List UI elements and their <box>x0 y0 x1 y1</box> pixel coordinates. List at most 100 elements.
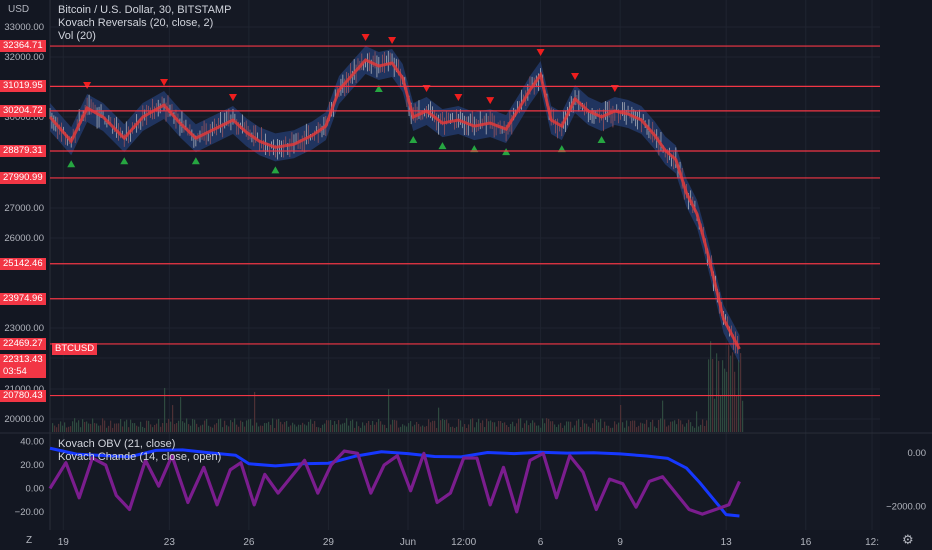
volume-bar <box>266 423 268 432</box>
volume-bar <box>726 371 728 432</box>
volume-bar <box>498 420 500 432</box>
volume-bar <box>528 425 530 432</box>
volume-bar <box>360 427 362 432</box>
volume-bar <box>282 424 284 432</box>
indicator-legend-reversals[interactable]: Kovach Reversals (20, close, 2) <box>58 17 213 30</box>
volume-bar <box>496 426 498 432</box>
volume-bar <box>684 426 686 432</box>
volume-bar <box>508 427 510 432</box>
volume-bar <box>86 421 88 432</box>
volume-bar <box>642 423 644 432</box>
volume-bar <box>218 419 220 432</box>
volume-bar <box>560 422 562 432</box>
indicator-legend-obv[interactable]: Kovach OBV (21, close) <box>58 438 175 451</box>
level-label: 32364.71 <box>0 40 46 53</box>
volume-bar <box>400 426 402 432</box>
volume-bar <box>398 427 400 432</box>
volume-bar <box>372 420 374 432</box>
volume-bar <box>222 427 224 432</box>
volume-bar <box>284 422 286 432</box>
volume-bar <box>264 423 266 432</box>
volume-bar <box>638 425 640 432</box>
indicator-left-tick-label: −20.00 <box>15 507 44 518</box>
volume-bar <box>552 421 554 432</box>
volume-bar <box>518 418 520 432</box>
volume-bar <box>622 422 624 432</box>
volume-bar <box>486 418 488 432</box>
volume-bar <box>556 426 558 432</box>
volume-bar <box>100 425 102 432</box>
volume-bar <box>320 427 322 432</box>
volume-bar <box>244 426 246 432</box>
volume-bar <box>124 421 126 432</box>
volume-bar <box>56 427 58 432</box>
volume-bar <box>146 420 148 432</box>
volume-bar <box>330 420 332 432</box>
volume-bar <box>416 421 418 432</box>
volume-bar <box>568 421 570 432</box>
trading-chart[interactable]: 20000.0021000.0022000.0023000.0026000.00… <box>0 0 932 550</box>
time-tick-label: 6 <box>538 537 544 548</box>
settings-gear-icon[interactable]: ⚙ <box>902 532 914 548</box>
volume-bar <box>546 418 548 432</box>
timezone-z-icon[interactable]: Z <box>26 535 32 546</box>
volume-bar <box>678 418 680 432</box>
volume-bar <box>602 427 604 432</box>
volume-bar <box>576 420 578 432</box>
volume-bar <box>696 411 698 432</box>
volume-bar <box>394 419 396 432</box>
volume-bar <box>452 426 454 432</box>
volume-bar <box>422 425 424 432</box>
symbol-title[interactable]: Bitcoin / U.S. Dollar, 30, BITSTAMP <box>58 4 231 17</box>
level-label: 22469.27 <box>0 337 46 350</box>
volume-bar <box>652 419 654 432</box>
indicator-left-tick-label: 0.00 <box>26 483 45 494</box>
volume-bar <box>542 418 544 432</box>
volume-bar <box>728 345 730 432</box>
volume-bar <box>636 427 638 432</box>
volume-bar <box>210 426 212 432</box>
volume-bar <box>104 420 106 432</box>
volume-bar <box>78 420 80 432</box>
volume-bar <box>662 400 664 432</box>
volume-bar <box>426 426 428 432</box>
volume-bar <box>554 424 556 432</box>
volume-bar <box>370 424 372 432</box>
volume-bar <box>272 418 274 432</box>
volume-bar <box>148 420 150 432</box>
volume-bar <box>312 423 314 432</box>
indicator-legend-chande[interactable]: Kovach Chande (14, close, open) <box>58 451 221 464</box>
volume-bar <box>506 425 508 432</box>
volume-bar <box>464 424 466 432</box>
volume-bar <box>524 423 526 432</box>
volume-bar <box>118 423 120 432</box>
volume-bar <box>74 418 76 432</box>
indicator-legend-volume[interactable]: Vol (20) <box>58 30 96 43</box>
level-label: 23974.96 <box>0 292 46 305</box>
volume-bar <box>332 424 334 432</box>
volume-bar <box>158 418 160 432</box>
volume-bar <box>258 426 260 432</box>
volume-bar <box>280 421 282 432</box>
price-tick-label: 32000.00 <box>4 52 44 63</box>
volume-bar <box>516 423 518 432</box>
volume-bar <box>664 419 666 432</box>
volume-bar <box>250 419 252 432</box>
volume-bar <box>138 426 140 432</box>
volume-bar <box>420 426 422 432</box>
price-pane <box>50 0 880 432</box>
volume-bar <box>342 423 344 432</box>
price-tick-label: 33000.00 <box>4 22 44 33</box>
volume-bar <box>352 419 354 432</box>
volume-bar <box>128 427 130 432</box>
volume-bar <box>256 422 258 432</box>
volume-bar <box>314 421 316 432</box>
volume-bar <box>208 425 210 432</box>
volume-bar <box>120 419 122 432</box>
volume-bar <box>574 425 576 432</box>
volume-bar <box>378 419 380 432</box>
volume-bar <box>618 422 620 432</box>
volume-bar <box>82 419 84 432</box>
volume-bar <box>742 400 744 432</box>
volume-bar <box>404 425 406 432</box>
